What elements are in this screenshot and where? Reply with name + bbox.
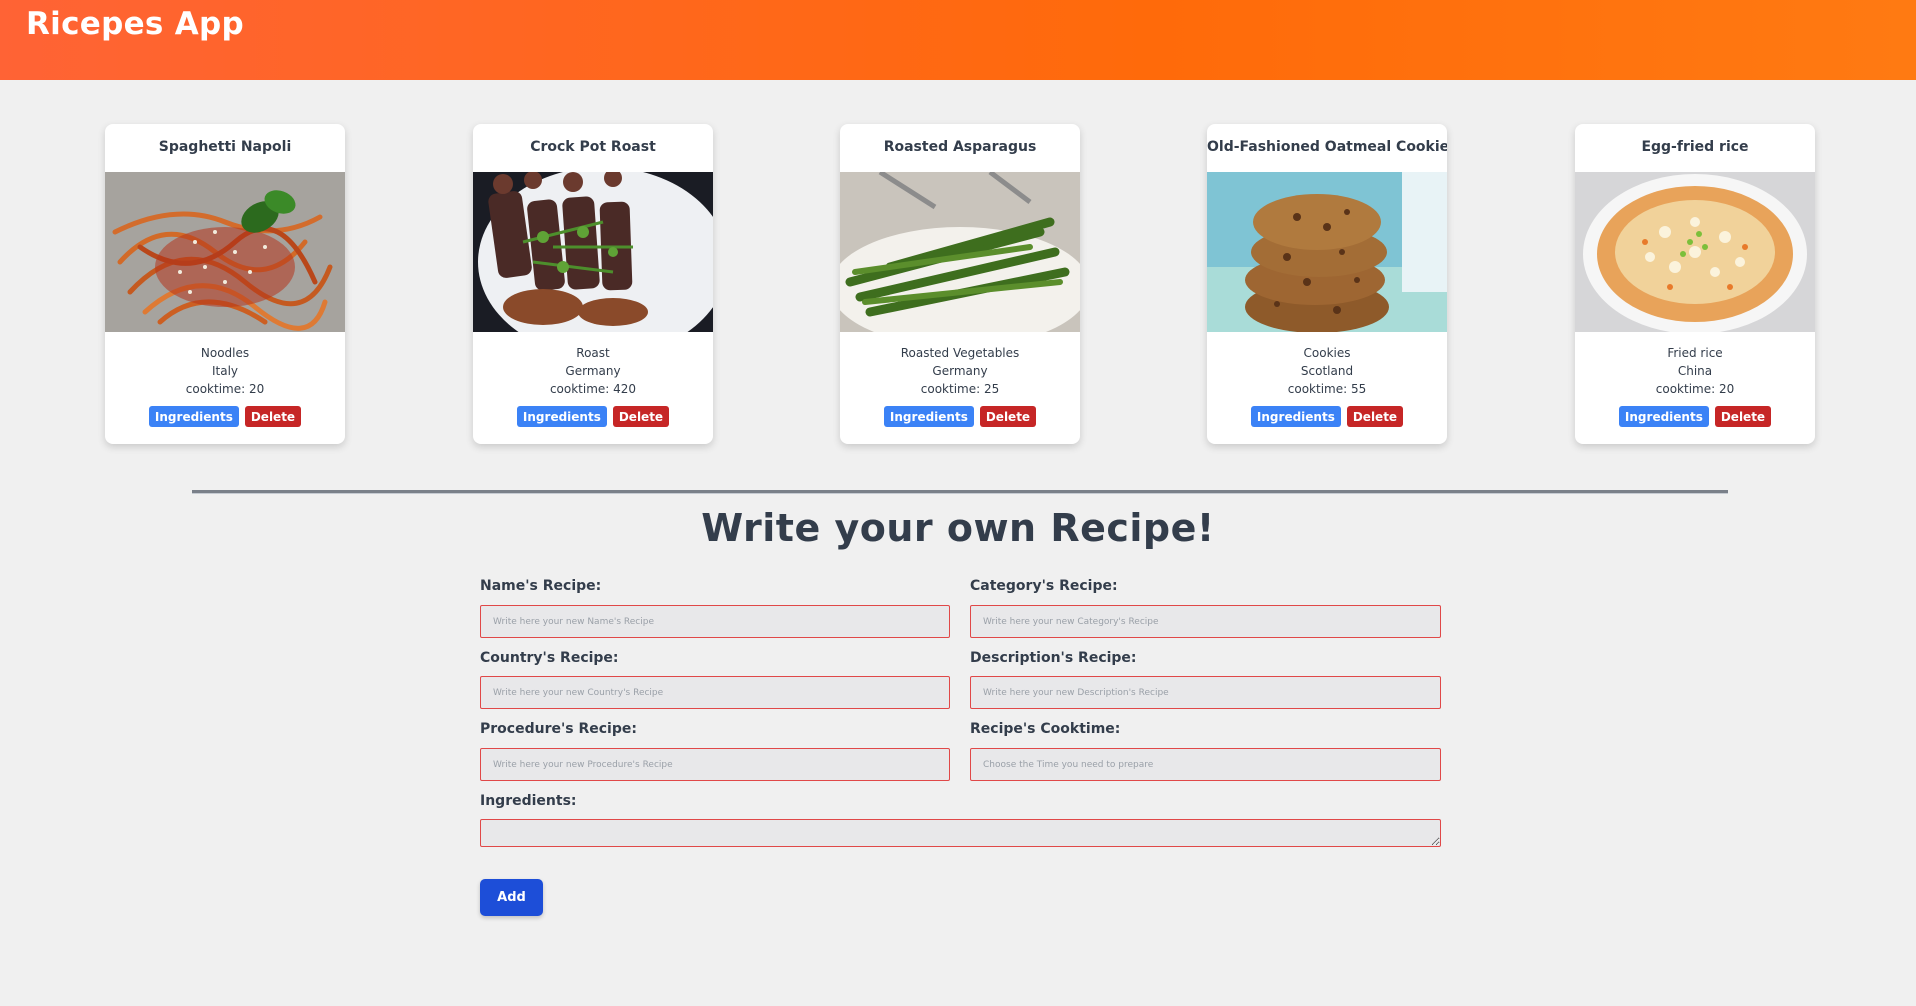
- recipe-card: Roasted Asparagus Roasted Vegetables Ger…: [840, 124, 1080, 444]
- asparagus-image: [840, 172, 1080, 332]
- description-label: Description's Recipe:: [970, 650, 1137, 666]
- ingredients-label: Ingredients:: [480, 793, 577, 809]
- recipe-card: Egg-fried rice Fried rice China cooktime…: [1575, 124, 1815, 444]
- recipe-category: Fried rice: [1667, 346, 1723, 360]
- roast-image: [473, 172, 713, 332]
- recipe-country: Germany: [932, 364, 988, 378]
- name-label: Name's Recipe:: [480, 578, 602, 594]
- country-input[interactable]: [480, 676, 950, 709]
- recipe-card: Spaghetti Napoli Noodles Italy cooktime:…: [105, 124, 345, 444]
- ingredients-button[interactable]: Ingredients: [883, 406, 974, 427]
- procedure-label: Procedure's Recipe:: [480, 721, 637, 737]
- recipe-category: Noodles: [200, 346, 250, 360]
- ingredients-button[interactable]: Ingredients: [148, 406, 239, 427]
- recipe-card-title: Roasted Asparagus: [883, 139, 1037, 155]
- app-header: Ricepes App: [0, 0, 1916, 80]
- spaghetti-image: [105, 172, 345, 332]
- ingredients-button[interactable]: Ingredients: [516, 406, 607, 427]
- delete-button[interactable]: Delete: [244, 406, 302, 427]
- recipe-country: China: [1677, 364, 1713, 378]
- recipe-card-list: Spaghetti Napoli Noodles Italy cooktime:…: [0, 124, 1916, 444]
- recipe-category: Cookies: [1303, 346, 1351, 360]
- recipe-cooktime: cooktime: 20: [1655, 382, 1735, 396]
- ingredients-textarea[interactable]: [480, 819, 1441, 847]
- recipe-card: Old-Fashioned Oatmeal Cookies Cookies Sc…: [1207, 124, 1447, 444]
- recipe-card-title: Crock Pot Roast: [530, 139, 656, 155]
- cooktime-input[interactable]: [970, 748, 1441, 781]
- cooktime-label: Recipe's Cooktime:: [970, 721, 1121, 737]
- delete-button[interactable]: Delete: [1346, 406, 1404, 427]
- recipe-card-title: Old-Fashioned Oatmeal Cookies: [1207, 139, 1447, 155]
- recipe-cooktime: cooktime: 55: [1287, 382, 1367, 396]
- recipe-category: Roasted Vegetables: [900, 346, 1020, 360]
- app-title: Ricepes App: [26, 6, 245, 42]
- recipe-country: Germany: [565, 364, 621, 378]
- recipe-card: Crock Pot Roast Roast Germany cooktime: …: [473, 124, 713, 444]
- recipe-cooktime: cooktime: 20: [185, 382, 265, 396]
- delete-button[interactable]: Delete: [1714, 406, 1772, 427]
- category-label: Category's Recipe:: [970, 578, 1118, 594]
- procedure-input[interactable]: [480, 748, 950, 781]
- recipe-cooktime: cooktime: 25: [920, 382, 1000, 396]
- form-heading: Write your own Recipe!: [701, 506, 1215, 550]
- delete-button[interactable]: Delete: [612, 406, 670, 427]
- recipe-cooktime: cooktime: 420: [549, 382, 637, 396]
- ingredients-button[interactable]: Ingredients: [1618, 406, 1709, 427]
- recipe-country: Italy: [211, 364, 239, 378]
- fried-rice-image: [1575, 172, 1815, 332]
- delete-button[interactable]: Delete: [979, 406, 1037, 427]
- name-input[interactable]: [480, 605, 950, 638]
- add-button[interactable]: Add: [480, 879, 543, 916]
- recipe-country: Scotland: [1300, 364, 1354, 378]
- category-input[interactable]: [970, 605, 1441, 638]
- section-divider: [192, 490, 1728, 494]
- recipe-category: Roast: [576, 346, 610, 360]
- recipe-card-title: Spaghetti Napoli: [158, 139, 292, 155]
- recipe-card-title: Egg-fried rice: [1641, 139, 1749, 155]
- description-input[interactable]: [970, 676, 1441, 709]
- cookies-image: [1207, 172, 1447, 332]
- country-label: Country's Recipe:: [480, 650, 619, 666]
- ingredients-button[interactable]: Ingredients: [1250, 406, 1341, 427]
